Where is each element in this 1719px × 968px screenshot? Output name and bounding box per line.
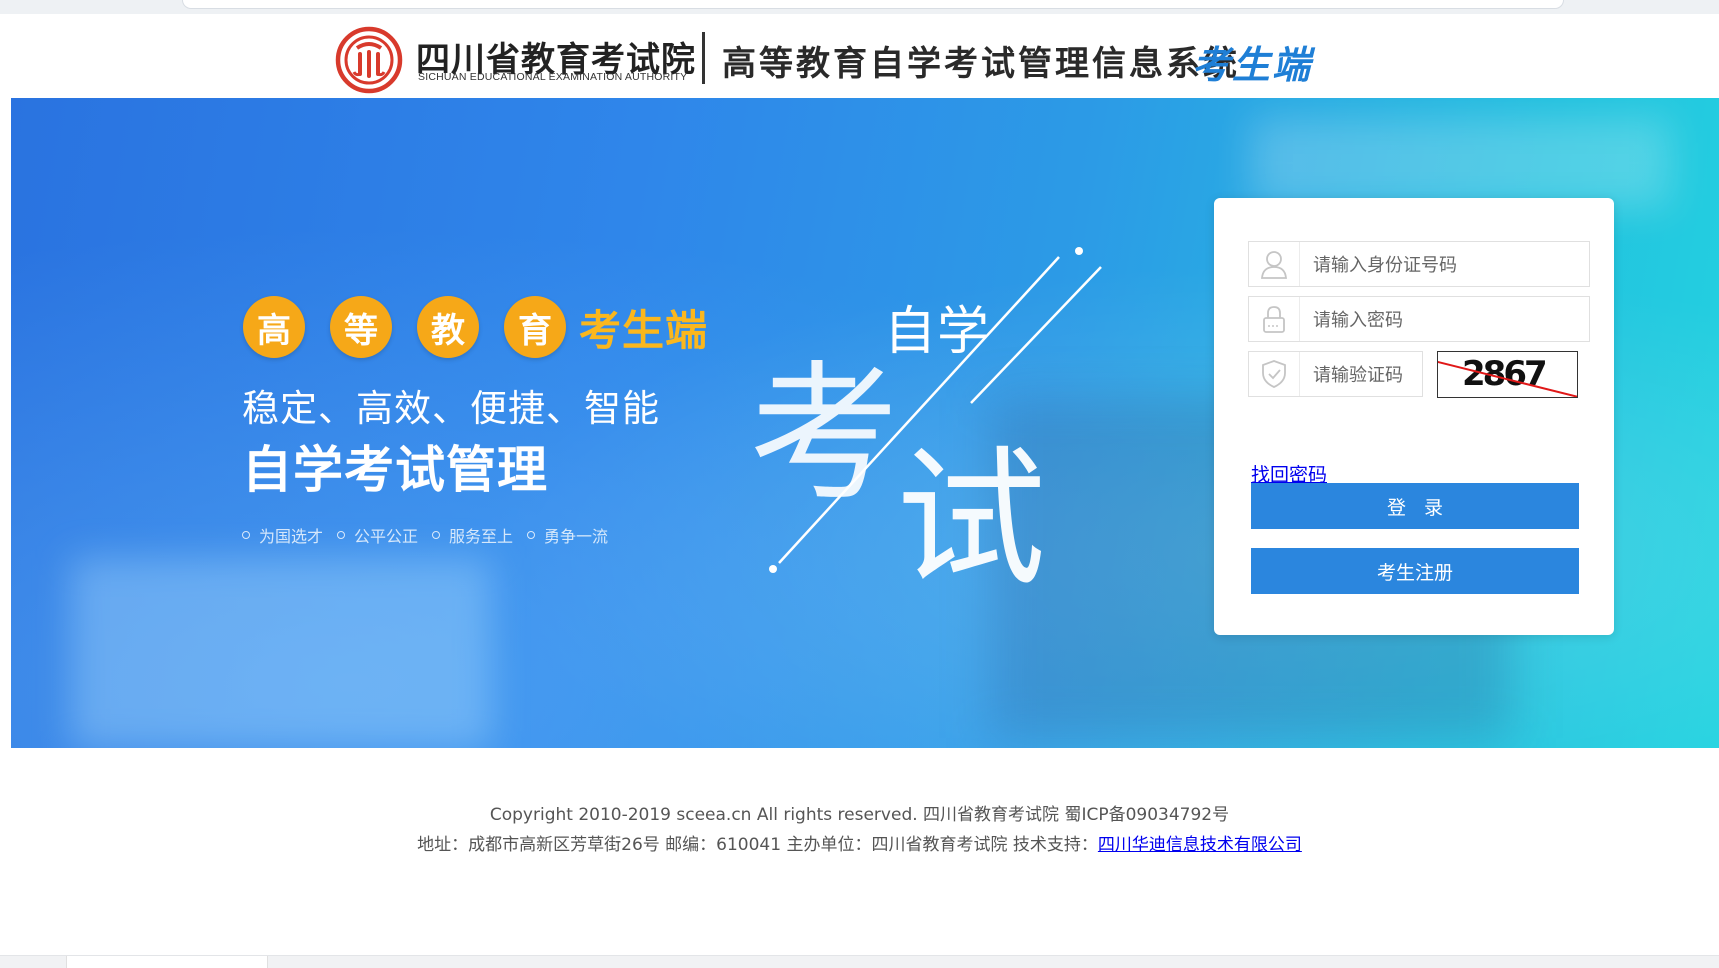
login-card: 2867 找回密码 登录 考生注册 — [1214, 198, 1614, 635]
circle-bullet-icon — [337, 531, 346, 539]
id-number-field — [1248, 241, 1590, 288]
id-number-input[interactable] — [1299, 242, 1585, 288]
captcha-text: 2867 — [1462, 354, 1548, 394]
banner-headline: 自学考试管理 — [242, 441, 548, 499]
motto-item: 公平公正 — [337, 523, 418, 547]
banner-bokeh — [71, 558, 491, 748]
footer-address-line: 地址：成都市高新区芳草街26号 邮编：610041 主办单位：四川省教育考试院 … — [0, 830, 1719, 860]
motto-text: 勇争一流 — [544, 527, 609, 546]
captcha-input[interactable] — [1299, 352, 1435, 398]
browser-address-bar[interactable] — [182, 0, 1564, 9]
header-divider — [702, 32, 705, 84]
badge-circle: 育 — [504, 296, 566, 358]
captcha-field — [1248, 351, 1435, 398]
system-title: 高等教育自学考试管理信息系统 — [722, 44, 1240, 84]
banner-bokeh — [1251, 118, 1671, 208]
page-footer: Copyright 2010-2019 sceea.cn All rights … — [0, 800, 1719, 860]
password-field — [1248, 296, 1590, 343]
page-header: 四川省教育考试院 SICHUAN EDUCATIONAL EXAMINATION… — [0, 14, 1719, 98]
browser-top-strip — [0, 0, 1719, 14]
circle-bullet-icon — [242, 531, 250, 539]
tech-support-link[interactable]: 四川华迪信息技术有限公司 — [1098, 835, 1302, 855]
motto-list: 为国选才 公平公正 服务至上 勇争一流 — [242, 523, 622, 547]
motto-text: 公平公正 — [354, 527, 419, 546]
footer-copyright: Copyright 2010-2019 sceea.cn All rights … — [489, 805, 1230, 825]
shield-icon — [1249, 352, 1300, 396]
motto-item: 勇争一流 — [527, 523, 608, 547]
motto-text: 服务至上 — [449, 527, 514, 546]
motto-text: 为国选才 — [259, 527, 324, 546]
user-icon — [1249, 242, 1300, 286]
motto-item: 为国选才 — [242, 523, 323, 547]
banner-slogan: 稳定、高效、便捷、智能 — [242, 387, 660, 430]
system-tag: 考生端 — [1192, 43, 1313, 87]
badge-row: 高 等 教 育 考生端 — [243, 296, 708, 358]
sceea-emblem-icon — [335, 26, 403, 94]
badge-tag: 考生端 — [579, 305, 709, 355]
art-slash-lines — [769, 247, 1102, 573]
motto-item: 服务至上 — [432, 523, 513, 547]
password-input[interactable] — [1299, 297, 1585, 343]
org-name-en: SICHUAN EDUCATIONAL EXAMINATION AUTHORIT… — [418, 71, 688, 83]
hero-banner: 高 等 教 育 考生端 稳定、高效、便捷、智能 自学考试管理 为国选才 公平公正… — [11, 98, 1719, 748]
badge-circle: 等 — [330, 296, 392, 358]
login-button[interactable]: 登录 — [1251, 483, 1579, 529]
register-button[interactable]: 考生注册 — [1251, 548, 1579, 594]
browser-tab[interactable] — [66, 956, 268, 968]
badge-circle: 教 — [417, 296, 479, 358]
browser-bottom-bar — [0, 955, 1719, 968]
lock-icon — [1249, 297, 1300, 341]
captcha-image[interactable]: 2867 — [1437, 351, 1578, 398]
circle-bullet-icon — [527, 531, 536, 539]
footer-address: 地址：成都市高新区芳草街26号 邮编：610041 主办单位：四川省教育考试院 … — [417, 835, 1098, 855]
circle-bullet-icon — [432, 531, 441, 539]
badge-circle: 高 — [243, 296, 305, 358]
